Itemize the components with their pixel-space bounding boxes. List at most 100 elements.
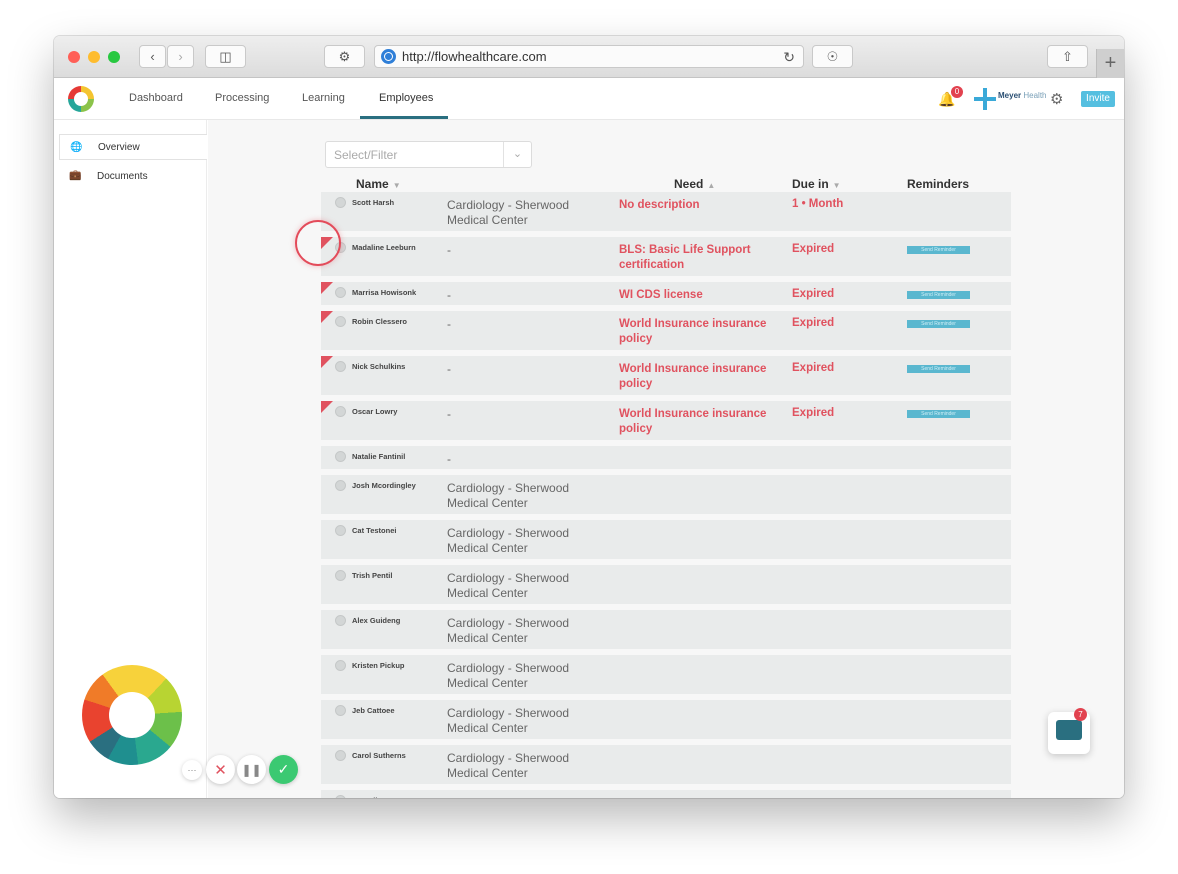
due-text: Expired [792, 288, 835, 300]
select-filter-dropdown[interactable]: Select/Filter ⌄ [325, 141, 532, 168]
column-header-need[interactable]: Need ▲ [674, 177, 715, 191]
employee-department: Cardiology - Sherwood Medical Center [447, 481, 570, 510]
send-reminder-button[interactable]: Send Reminder [907, 291, 970, 299]
due-text: Expired [792, 362, 835, 374]
invite-button[interactable]: Invite [1081, 91, 1115, 107]
nav-dashboard[interactable]: Dashboard [129, 92, 183, 104]
chat-widget-button[interactable]: 7 [1048, 708, 1090, 754]
need-text[interactable]: BLS: Basic Life Support certification [619, 243, 789, 273]
nav-processing[interactable]: Processing [215, 92, 269, 104]
reload-icon[interactable]: ↻ [783, 49, 795, 66]
table-row[interactable]: Natalie Fantinil - [321, 446, 1011, 472]
briefcase-icon: 💼 [69, 170, 82, 181]
table-row[interactable]: Trish Pentil Cardiology - Sherwood Medica… [321, 565, 1011, 607]
send-reminder-button[interactable]: Send Reminder [907, 410, 970, 418]
need-text[interactable]: World Insurance insurance policy [619, 362, 789, 392]
row-select-checkbox[interactable] [335, 570, 346, 581]
table-row[interactable]: Oscar Lowry - World Insurance insurance po… [321, 401, 1011, 443]
pause-button[interactable]: ❚❚ [237, 755, 266, 784]
sidebar-item-documents[interactable]: 💼 Documents [59, 163, 207, 189]
ellipsis-icon: ⋯ [187, 764, 197, 775]
minimize-window-button[interactable] [88, 51, 100, 63]
more-options-button[interactable]: ⋯ [182, 760, 202, 780]
plus-icon: + [1104, 52, 1117, 74]
due-text: Expired [792, 407, 835, 419]
sidebar-toggle-button[interactable]: ◫ [205, 45, 246, 68]
chat-unread-badge: 7 [1074, 708, 1087, 721]
send-reminder-button[interactable]: Send Reminder [907, 365, 970, 373]
table-row[interactable]: Alex Guideng Cardiology - Sherwood Medica… [321, 610, 1011, 652]
row-select-checkbox[interactable] [335, 361, 346, 372]
row-select-checkbox[interactable] [335, 660, 346, 671]
employee-department: Cardiology - Sherwood Medical Center [447, 661, 570, 690]
employee-department: Cardiology - Sherwood Medical Center [447, 198, 570, 227]
maximize-window-button[interactable] [108, 51, 120, 63]
close-window-button[interactable] [68, 51, 80, 63]
table-row[interactable]: Izzy Hiley Cardiology - Sherwood [321, 790, 1011, 798]
row-select-checkbox[interactable] [335, 750, 346, 761]
employee-department: Cardiology - Sherwood Medical Center [447, 571, 570, 600]
settings-gear-icon[interactable]: ⚙ [1050, 90, 1063, 108]
app-logo[interactable] [68, 86, 94, 112]
gear-icon: ⚙ [338, 48, 351, 64]
table-row[interactable]: Scott Harsh Cardiology - Sherwood Medical… [321, 192, 1011, 234]
row-select-checkbox[interactable] [335, 451, 346, 462]
nav-employees[interactable]: Employees [379, 92, 433, 104]
column-header-name[interactable]: Name ▼ [356, 177, 401, 191]
brand-suffix: Health [1023, 91, 1047, 100]
back-button[interactable]: ‹ [139, 45, 166, 68]
reject-button[interactable]: ✕ [206, 755, 235, 784]
row-select-checkbox[interactable] [335, 316, 346, 327]
employee-name: Jeb Cattoee [352, 706, 395, 715]
address-bar[interactable]: http://flowhealthcare.com ↻ [374, 45, 804, 68]
row-select-checkbox[interactable] [335, 480, 346, 491]
table-row[interactable]: Robin Clessero - World Insurance insurance… [321, 311, 1011, 353]
approve-button[interactable]: ✓ [269, 755, 298, 784]
nav-learning[interactable]: Learning [302, 92, 345, 104]
sidebar-item-overview[interactable]: 🌐 Overview [59, 134, 207, 160]
send-reminder-button[interactable]: Send Reminder [907, 320, 970, 328]
sidebar-icon: ◫ [219, 48, 232, 64]
table-row[interactable]: Kristen Pickup Cardiology - Sherwood Medi… [321, 655, 1011, 697]
table-row[interactable]: Cat Testonei Cardiology - Sherwood Medica… [321, 520, 1011, 562]
employee-department: Cardiology - Sherwood Medical Center [447, 706, 570, 735]
need-text[interactable]: WI CDS license [619, 288, 789, 303]
row-select-checkbox[interactable] [335, 795, 346, 798]
chat-bubble-icon [1056, 720, 1082, 740]
table-row[interactable]: Josh Mcordingley Cardiology - Sherwood Me… [321, 475, 1011, 517]
password-button[interactable]: ☉ [812, 45, 853, 68]
employee-name: Scott Harsh [352, 198, 395, 207]
new-tab-button[interactable]: + [1096, 49, 1124, 78]
employee-name: Madaline Leeburn [352, 243, 416, 252]
employee-department: - [447, 407, 451, 421]
extensions-button[interactable]: ⚙ [324, 45, 365, 68]
table-row[interactable]: Madaline Leeburn - BLS: Basic Life Support… [321, 237, 1011, 279]
need-text[interactable]: World Insurance insurance policy [619, 317, 789, 347]
need-text[interactable]: World Insurance insurance policy [619, 407, 789, 437]
flag-icon [321, 282, 333, 294]
table-row[interactable]: Nick Schulkins - World Insurance insurance… [321, 356, 1011, 398]
row-select-checkbox[interactable] [335, 287, 346, 298]
share-button[interactable]: ⇧ [1047, 45, 1088, 68]
click-highlight-ring [295, 220, 341, 266]
browser-titlebar: ‹ › ◫ ⚙ http://flowhealthcare.com ↻ ☉ ⇧ … [54, 36, 1124, 78]
check-icon: ✓ [277, 761, 290, 777]
row-select-checkbox[interactable] [335, 197, 346, 208]
need-text[interactable]: No description [619, 198, 789, 213]
forward-button[interactable]: › [167, 45, 194, 68]
employee-department: - [447, 243, 451, 257]
table-row[interactable]: Marrisa Howisonk - WI CDS license Expired Se… [321, 282, 1011, 308]
active-tab-indicator [360, 116, 448, 119]
row-select-checkbox[interactable] [335, 406, 346, 417]
send-reminder-button[interactable]: Send Reminder [907, 246, 970, 254]
table-row[interactable]: Jeb Cattoee Cardiology - Sherwood Medical… [321, 700, 1011, 742]
chevron-right-icon: › [178, 49, 183, 64]
header-label: Reminders [907, 177, 970, 191]
row-select-checkbox[interactable] [335, 705, 346, 716]
employee-name: Kristen Pickup [352, 661, 405, 670]
row-select-checkbox[interactable] [335, 615, 346, 626]
column-header-due[interactable]: Due in ▼ [792, 177, 841, 191]
employee-name: Marrisa Howisonk [352, 288, 417, 297]
table-row[interactable]: Carol Sutherns Cardiology - Sherwood Medi… [321, 745, 1011, 787]
row-select-checkbox[interactable] [335, 525, 346, 536]
